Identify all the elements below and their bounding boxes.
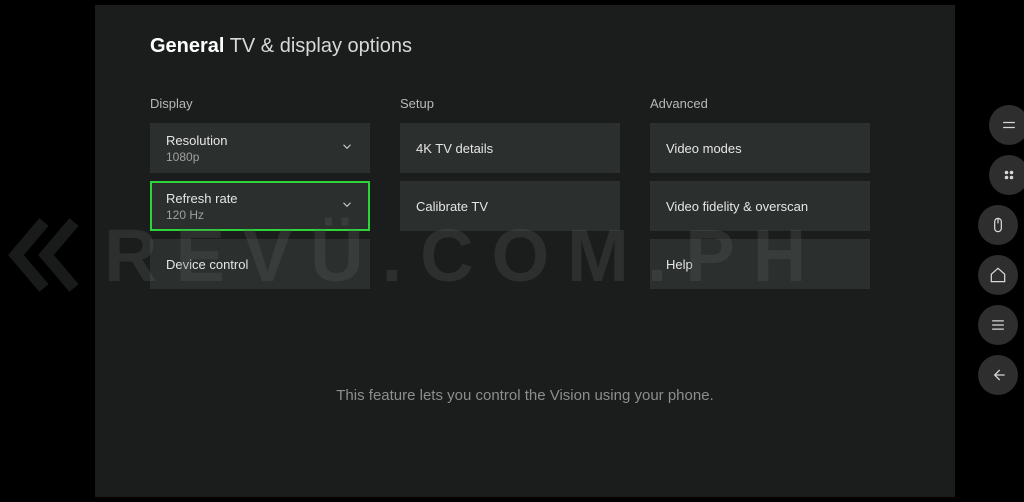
device-control-button[interactable]: Device control — [150, 239, 370, 289]
nav-more-icon[interactable] — [989, 155, 1024, 195]
section-label-advanced: Advanced — [650, 96, 870, 111]
watermark-chevrons-icon — [2, 216, 90, 294]
calibrate-tv-button[interactable]: Calibrate TV — [400, 181, 620, 231]
nav-home-icon[interactable] — [978, 255, 1018, 295]
resolution-value: 1080p — [166, 150, 199, 164]
resolution-label: Resolution — [166, 133, 227, 148]
chevron-down-icon — [340, 140, 354, 157]
column-advanced: Advanced Video modes Video fidelity & ov… — [650, 96, 870, 297]
column-setup: Setup 4K TV details Calibrate TV — [400, 96, 620, 297]
setting-description: This feature lets you control the Vision… — [315, 385, 735, 407]
video-modes-label: Video modes — [666, 141, 742, 156]
remote-side-nav — [976, 105, 1020, 395]
help-label: Help — [666, 257, 693, 272]
video-fidelity-label: Video fidelity & overscan — [666, 199, 808, 214]
help-button[interactable]: Help — [650, 239, 870, 289]
column-display: Display Resolution 1080p Refresh rate 12… — [150, 96, 370, 297]
settings-columns: Display Resolution 1080p Refresh rate 12… — [150, 96, 915, 297]
device-control-label: Device control — [166, 257, 248, 272]
nav-menu-icon[interactable] — [978, 305, 1018, 345]
refresh-rate-select[interactable]: Refresh rate 120 Hz — [150, 181, 370, 231]
section-label-display: Display — [150, 96, 370, 111]
nav-drag-handle-icon[interactable] — [989, 105, 1024, 145]
chevron-down-icon — [340, 198, 354, 215]
nav-mouse-icon[interactable] — [978, 205, 1018, 245]
page-title-section: TV & display options — [230, 35, 412, 57]
page-title: General TV & display options — [150, 35, 915, 58]
4k-tv-details-label: 4K TV details — [416, 141, 493, 156]
page-title-category: General — [150, 35, 224, 57]
resolution-select[interactable]: Resolution 1080p — [150, 123, 370, 173]
video-fidelity-button[interactable]: Video fidelity & overscan — [650, 181, 870, 231]
section-label-setup: Setup — [400, 96, 620, 111]
4k-tv-details-button[interactable]: 4K TV details — [400, 123, 620, 173]
nav-back-icon[interactable] — [978, 355, 1018, 395]
refresh-rate-label: Refresh rate — [166, 191, 238, 206]
video-modes-button[interactable]: Video modes — [650, 123, 870, 173]
calibrate-tv-label: Calibrate TV — [416, 199, 488, 214]
refresh-rate-value: 120 Hz — [166, 208, 204, 222]
settings-screen: General TV & display options Display Res… — [95, 5, 955, 497]
